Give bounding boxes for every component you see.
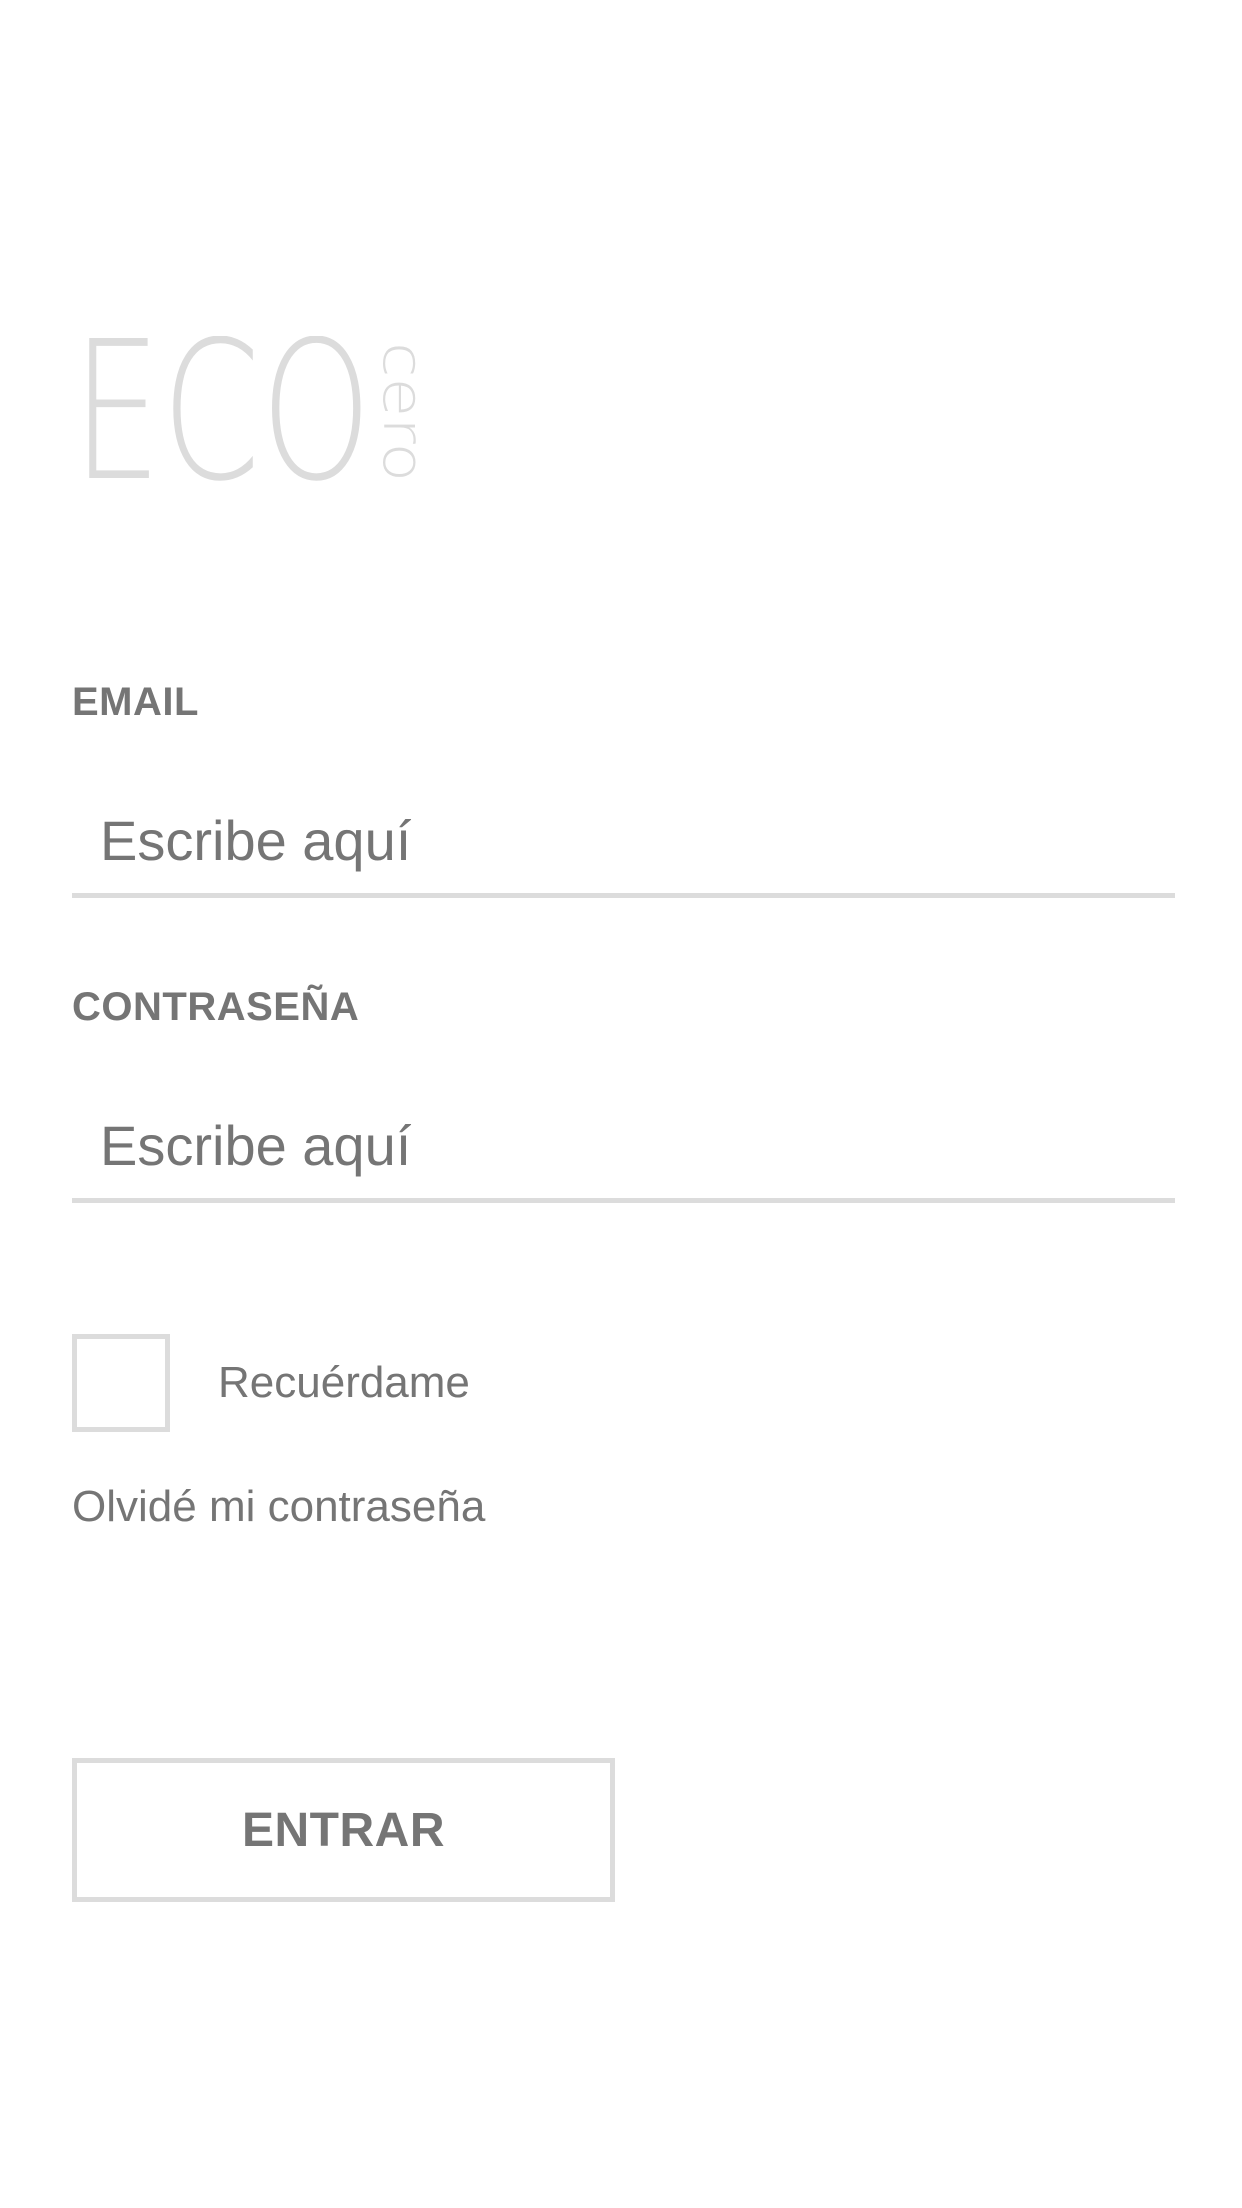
remember-me-label[interactable]: Recuérdame xyxy=(218,1358,470,1408)
logo-side-text: cero xyxy=(370,342,432,482)
eco-cero-logo: ECO cero xyxy=(72,336,432,486)
email-field[interactable] xyxy=(72,788,1175,898)
remember-me-row[interactable]: Recuérdame xyxy=(72,1334,470,1432)
password-field[interactable] xyxy=(72,1093,1175,1203)
forgot-password-link[interactable]: Olvidé mi contraseña xyxy=(72,1482,485,1532)
password-label: CONTRASEÑA xyxy=(72,985,360,1029)
email-label: EMAIL xyxy=(72,680,199,724)
login-screen: ECO cero EMAIL CONTRASEÑA Recuérdame Olv… xyxy=(0,0,1242,2208)
logo-main-text: ECO xyxy=(72,336,372,486)
login-button[interactable]: ENTRAR xyxy=(72,1758,615,1902)
remember-me-checkbox[interactable] xyxy=(72,1334,170,1432)
